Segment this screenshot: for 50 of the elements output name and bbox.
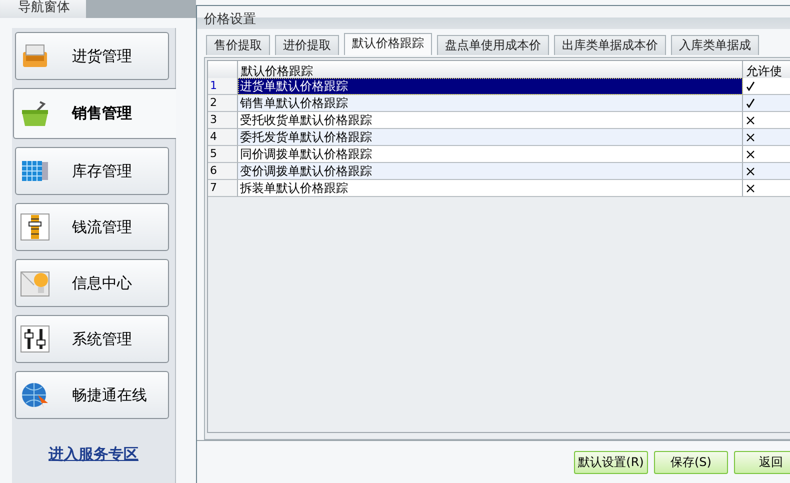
row-number: 2 — [208, 95, 238, 112]
dialog-button[interactable]: 返回 — [734, 450, 790, 474]
navigation-button[interactable]: 信息中心 — [15, 259, 169, 307]
service-link[interactable]: 进入服务专区 — [48, 445, 138, 464]
tab[interactable]: 售价提取 — [206, 35, 270, 55]
tab[interactable]: 入库类单据成 — [671, 35, 759, 55]
table-cell[interactable]: 委托发货单默认价格跟踪 — [238, 129, 743, 146]
row-number: 5 — [208, 146, 238, 163]
row-number: 6 — [208, 163, 238, 180]
navigation-button[interactable]: 销售管理 — [13, 88, 176, 139]
table-cell[interactable]: 进货单默认价格跟踪 — [238, 78, 743, 95]
navigation-button[interactable]: 进货管理 — [15, 32, 169, 80]
basket-icon — [20, 100, 50, 128]
table-cell[interactable] — [743, 95, 790, 112]
sliders-icon — [20, 325, 50, 353]
basket-icon — [20, 42, 50, 70]
table-cell[interactable]: 同价调拨单默认价格跟踪 — [238, 146, 743, 163]
navigation-button[interactable]: 畅捷通在线 — [15, 371, 169, 419]
tab[interactable]: 默认价格跟踪 — [344, 33, 432, 55]
table-cell[interactable] — [743, 112, 790, 129]
table-cell[interactable] — [743, 180, 790, 197]
row-number: 3 — [208, 112, 238, 129]
table-cell[interactable]: 拆装单默认价格跟踪 — [238, 180, 743, 197]
navigation-button[interactable]: 系统管理 — [15, 315, 169, 363]
cross-icon — [746, 184, 755, 192]
row-number: 1 — [208, 78, 238, 95]
table-cell[interactable] — [743, 78, 790, 95]
navigation-tab[interactable]: 导航窗体 — [0, 0, 86, 18]
navigation-button[interactable]: 库存管理 — [15, 147, 169, 195]
navigation-button[interactable]: 钱流管理 — [15, 203, 169, 251]
table-cell[interactable] — [743, 146, 790, 163]
table-cell[interactable]: 销售单默认价格跟踪 — [238, 95, 743, 112]
table-cell[interactable] — [743, 163, 790, 180]
dialog-button[interactable]: 保存(S) — [654, 450, 728, 474]
tab[interactable]: 进价提取 — [275, 35, 339, 55]
row-number: 4 — [208, 129, 238, 146]
cross-icon — [746, 150, 755, 158]
tab[interactable]: 盘点单使用成本价 — [437, 35, 549, 55]
cross-icon — [746, 166, 755, 176]
zipper-icon — [20, 213, 50, 241]
table-cell[interactable]: 受托收货单默认价格跟踪 — [238, 112, 743, 129]
row-number: 7 — [208, 180, 238, 197]
cross-icon — [746, 132, 755, 142]
table-cell[interactable] — [743, 129, 790, 146]
table-cell[interactable]: 变价调拨单默认价格跟踪 — [238, 163, 743, 180]
lightbulb-icon — [20, 269, 50, 297]
dialog-button[interactable]: 默认设置(R) — [574, 450, 648, 474]
cross-icon — [746, 116, 755, 124]
tab[interactable]: 出库类单据成本价 — [554, 35, 666, 55]
globe-icon — [20, 381, 50, 409]
